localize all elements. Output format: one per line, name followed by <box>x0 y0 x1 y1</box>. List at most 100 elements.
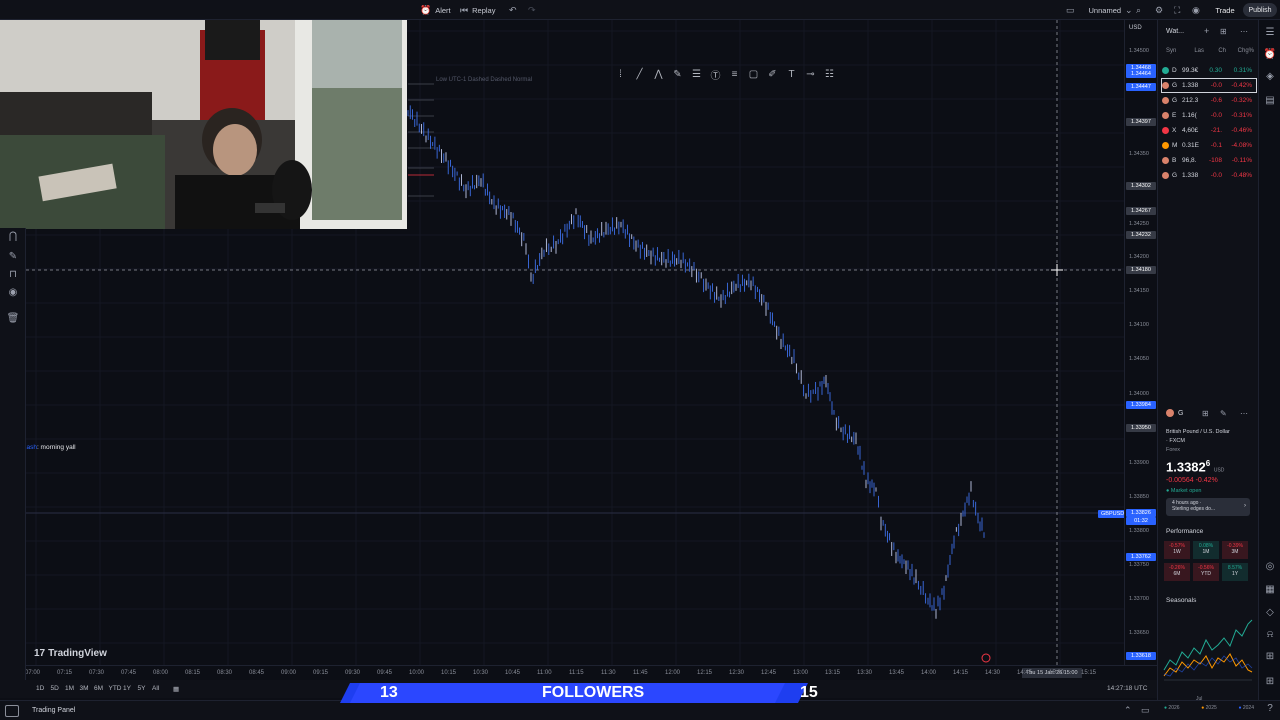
time-tick: 09:30 <box>345 670 361 676</box>
snapshot-button[interactable]: ◉ <box>1192 3 1200 17</box>
time-tick: 14:30 <box>985 670 1001 676</box>
edit-icon[interactable]: ✎ <box>1220 409 1227 418</box>
followers-label: FOLLOWERS <box>542 684 645 701</box>
drawing-toolbar[interactable]: ⁞ ╱ ⋀ ✎ ☰ Ⓣ ≡ ▢ ✐ T ⊸ ☷ <box>614 65 836 83</box>
right-icon-strip: ☰ ⏰ ◈ ▤ ◎ ▦ ◇ ⍾ ⊞ ⊞ ? <box>1258 20 1280 714</box>
range-5d[interactable]: 5D <box>51 685 59 692</box>
time-tick: 07:15 <box>57 670 73 676</box>
layout-icon: ▭ <box>1066 4 1075 15</box>
text-tool-icon[interactable]: Ⓣ <box>709 67 722 82</box>
drag-handle-icon[interactable]: ⁞ <box>614 69 627 80</box>
alert-button[interactable]: ⏰ Alert <box>420 3 451 17</box>
calendar-icon[interactable]: ▦ <box>1264 583 1276 595</box>
alerts-icon[interactable]: ⏰ <box>1264 48 1276 60</box>
fib-icon[interactable]: ☰ <box>690 69 703 80</box>
price-tick: 1.34050 <box>1129 356 1149 362</box>
maximize-icon[interactable]: ▭ <box>1141 705 1150 716</box>
settings-button[interactable]: ⚙ <box>1155 3 1163 17</box>
time-axis[interactable]: Thu 15 Jan '26 15:00 07:00 07:15 07:30 07:4… <box>25 665 1157 680</box>
watchlist-cell: 0.30 <box>1209 67 1222 74</box>
brush-icon[interactable]: ✎ <box>671 69 684 80</box>
magnet-icon[interactable]: ⋂ <box>7 230 19 242</box>
eye-icon[interactable]: ◉ <box>7 286 19 298</box>
range-1d[interactable]: 1D <box>36 685 44 692</box>
undo-button[interactable]: ↶ <box>509 3 517 17</box>
pen-icon[interactable]: ✐ <box>766 69 779 80</box>
time-tick: 13:15 <box>825 670 841 676</box>
watchlist-row[interactable]: B 96,8. -108 -0.11% <box>1162 154 1256 167</box>
polyline-icon[interactable]: ⋀ <box>652 69 665 80</box>
watchlist-layout-icon[interactable]: ⊞ <box>1220 27 1227 36</box>
price-axis[interactable]: USD 1.34500 1.34350 1.34250 1.34200 1.34150 1… <box>1124 20 1157 665</box>
range-5y[interactable]: 5Y <box>138 685 146 692</box>
rectangle-icon[interactable]: ▢ <box>747 69 760 80</box>
seasonals-chart[interactable] <box>1162 610 1254 695</box>
watchlist-title[interactable]: Wat... <box>1166 28 1184 35</box>
panel-expand-icon[interactable] <box>5 705 19 717</box>
clock[interactable]: 14:27:18 UTC <box>1107 685 1147 692</box>
watchlist-row[interactable]: G 1.338 -0.0 -0.48% <box>1162 169 1256 182</box>
range-6m[interactable]: 6M <box>94 685 103 692</box>
trading-panel-tab[interactable]: Trading Panel <box>32 707 75 714</box>
chart-legend: Low UTC-1 Dashed Dashed Normal <box>436 77 533 83</box>
watchlist-row[interactable]: X 4,60£ -21. -0.46% <box>1162 124 1256 137</box>
add-symbol-icon[interactable]: + <box>1204 26 1209 36</box>
help-icon[interactable]: ? <box>1264 702 1276 714</box>
lines-icon[interactable]: ≡ <box>728 69 741 80</box>
price-tick: 1.33800 <box>1129 528 1149 534</box>
symbol-logo-icon <box>1162 142 1169 149</box>
range-all[interactable]: All <box>152 685 159 692</box>
time-tick: 10:00 <box>409 670 425 676</box>
watchlist-col-header[interactable]: Chg% <box>1226 48 1254 54</box>
watchlist-col-header[interactable]: Ch <box>1204 48 1226 54</box>
details-layout-icon[interactable]: ⊞ <box>1202 409 1209 418</box>
text-icon[interactable]: T <box>785 69 798 80</box>
watchlist-row[interactable]: M 0.31E -0.1 -4.08% <box>1162 139 1256 152</box>
range-ytd[interactable]: YTD <box>109 685 122 692</box>
watchlist-row[interactable]: E 1.16(-0.0 -0.31% <box>1162 109 1256 122</box>
grid-menu-icon[interactable]: ⊞ <box>1264 650 1276 662</box>
details-symbol[interactable]: G <box>1178 410 1183 417</box>
time-tick: 13:00 <box>793 670 809 676</box>
fullscreen-button[interactable]: ⛶ <box>1174 3 1180 17</box>
redo-button[interactable]: ↷ <box>528 3 536 17</box>
replay-button[interactable]: ⏮ Replay <box>460 3 495 17</box>
watchlist-cell: M <box>1172 142 1178 149</box>
lock-icon[interactable]: ⊓ <box>7 268 19 280</box>
price-tick: 1.34250 <box>1129 221 1149 227</box>
watchlist-row[interactable]: G 212.3 -0.6 -0.32% <box>1162 94 1256 107</box>
range-1y[interactable]: 1Y <box>123 685 131 692</box>
chat-icon[interactable]: ▤ <box>1264 94 1276 106</box>
layers-icon[interactable]: ◈ <box>1264 70 1276 82</box>
bell-icon[interactable]: ⍾ <box>1264 628 1276 640</box>
watchlist-icon[interactable]: ☰ <box>1264 26 1276 38</box>
price-tag: 1.34267 <box>1126 207 1156 215</box>
trend-line-icon[interactable]: ╱ <box>633 69 646 80</box>
watchlist-col-header[interactable]: Syn <box>1166 48 1186 54</box>
settings-lines-icon[interactable]: ☷ <box>823 69 836 80</box>
news-item[interactable]: 4 hours ago · Sterling edges do... › <box>1166 498 1250 516</box>
target-icon[interactable]: ◎ <box>1264 560 1276 572</box>
details-more-icon[interactable]: ⋯ <box>1240 409 1248 418</box>
publish-button[interactable]: Publish <box>1243 3 1277 17</box>
search-button[interactable]: ⌕ <box>1136 3 1141 17</box>
watchlist-col-header[interactable]: Las <box>1186 48 1204 54</box>
watchlist-row[interactable]: D 99.3€ 0.30 0.31% <box>1162 64 1256 77</box>
watchlist-cell: -0.42% <box>1231 82 1252 89</box>
calendar-range-icon[interactable]: ▦ <box>173 685 179 693</box>
trash-icon[interactable]: 🗑 <box>7 312 20 324</box>
apps-icon[interactable]: ⊞ <box>1264 675 1276 687</box>
time-tick: 09:15 <box>313 670 329 676</box>
range-3m[interactable]: 3M <box>80 685 89 692</box>
range-1m[interactable]: 1M <box>65 685 74 692</box>
trade-button[interactable]: Trade <box>1210 3 1240 17</box>
ruler-icon[interactable]: ⊸ <box>804 69 817 80</box>
watchlist-row[interactable]: G 1.338 -0.0 -0.42% <box>1161 78 1257 93</box>
time-tick: 12:15 <box>697 670 713 676</box>
layout-button[interactable]: ▭ Unnamed ⌄ <box>1066 3 1133 17</box>
more-icon[interactable]: ⋯ <box>1240 27 1248 36</box>
pencil-lock-icon[interactable]: ✎ <box>7 250 19 262</box>
chevron-up-icon[interactable]: ⌃ <box>1124 705 1132 716</box>
currency-label[interactable]: USD <box>1129 25 1142 31</box>
ideas-icon[interactable]: ◇ <box>1264 606 1276 618</box>
